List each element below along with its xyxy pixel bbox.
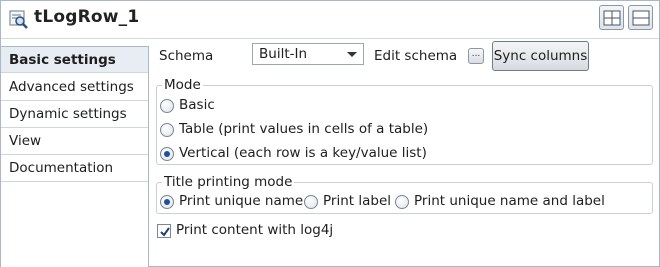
mode-table-radio[interactable] <box>160 123 174 137</box>
title-bar: tLogRow_1 <box>1 1 659 39</box>
layout-vertical-button[interactable] <box>628 5 653 30</box>
log4j-label[interactable]: Print content with log4j <box>176 222 333 238</box>
tab-documentation[interactable]: Documentation <box>1 155 148 182</box>
page-title: tLogRow_1 <box>34 7 140 27</box>
tab-basic-settings[interactable]: Basic settings <box>1 46 148 73</box>
layout-horizontal-icon <box>603 10 621 26</box>
mode-group-title: Mode <box>162 77 203 93</box>
print-unique-name-radio[interactable] <box>160 195 174 209</box>
mode-vertical-radio[interactable] <box>160 147 174 161</box>
log4j-checkbox[interactable] <box>157 224 171 238</box>
title-printing-group-title: Title printing mode <box>162 174 295 190</box>
tab-dynamic-settings[interactable]: Dynamic settings <box>1 101 148 128</box>
checkmark-icon <box>160 227 170 237</box>
schema-select-value: Built-In <box>259 46 308 62</box>
mode-vertical-label[interactable]: Vertical (each row is a key/value list) <box>179 145 427 161</box>
settings-sidebar: Basic settings Advanced settings Dynamic… <box>1 46 149 267</box>
component-magnifier-icon <box>9 10 29 30</box>
edit-schema-button[interactable]: ... <box>468 48 484 64</box>
layout-horizontal-button[interactable] <box>599 5 624 30</box>
tab-advanced-settings[interactable]: Advanced settings <box>1 74 148 101</box>
print-unique-name-and-label-label[interactable]: Print unique name and label <box>414 193 605 209</box>
mode-table-label[interactable]: Table (print values in cells of a table) <box>179 121 428 137</box>
chevron-down-icon <box>347 52 357 57</box>
basic-settings-content: Schema Built-In Edit schema ... Sync col… <box>150 39 660 267</box>
component-settings-panel: tLogRow_1 Basic settings Advanced settin… <box>0 0 660 267</box>
print-unique-name-and-label-radio[interactable] <box>395 195 409 209</box>
tab-view[interactable]: View <box>1 128 148 155</box>
mode-basic-label[interactable]: Basic <box>179 97 215 113</box>
mode-basic-radio[interactable] <box>160 99 174 113</box>
schema-label: Schema <box>159 48 214 64</box>
sync-columns-button[interactable]: Sync columns <box>492 41 589 71</box>
edit-schema-label: Edit schema <box>374 48 458 64</box>
layout-vertical-icon <box>632 10 650 26</box>
print-label-radio[interactable] <box>304 195 318 209</box>
print-unique-name-label[interactable]: Print unique name <box>179 193 303 209</box>
print-label-label[interactable]: Print label <box>323 193 391 209</box>
schema-select[interactable]: Built-In <box>252 43 364 65</box>
